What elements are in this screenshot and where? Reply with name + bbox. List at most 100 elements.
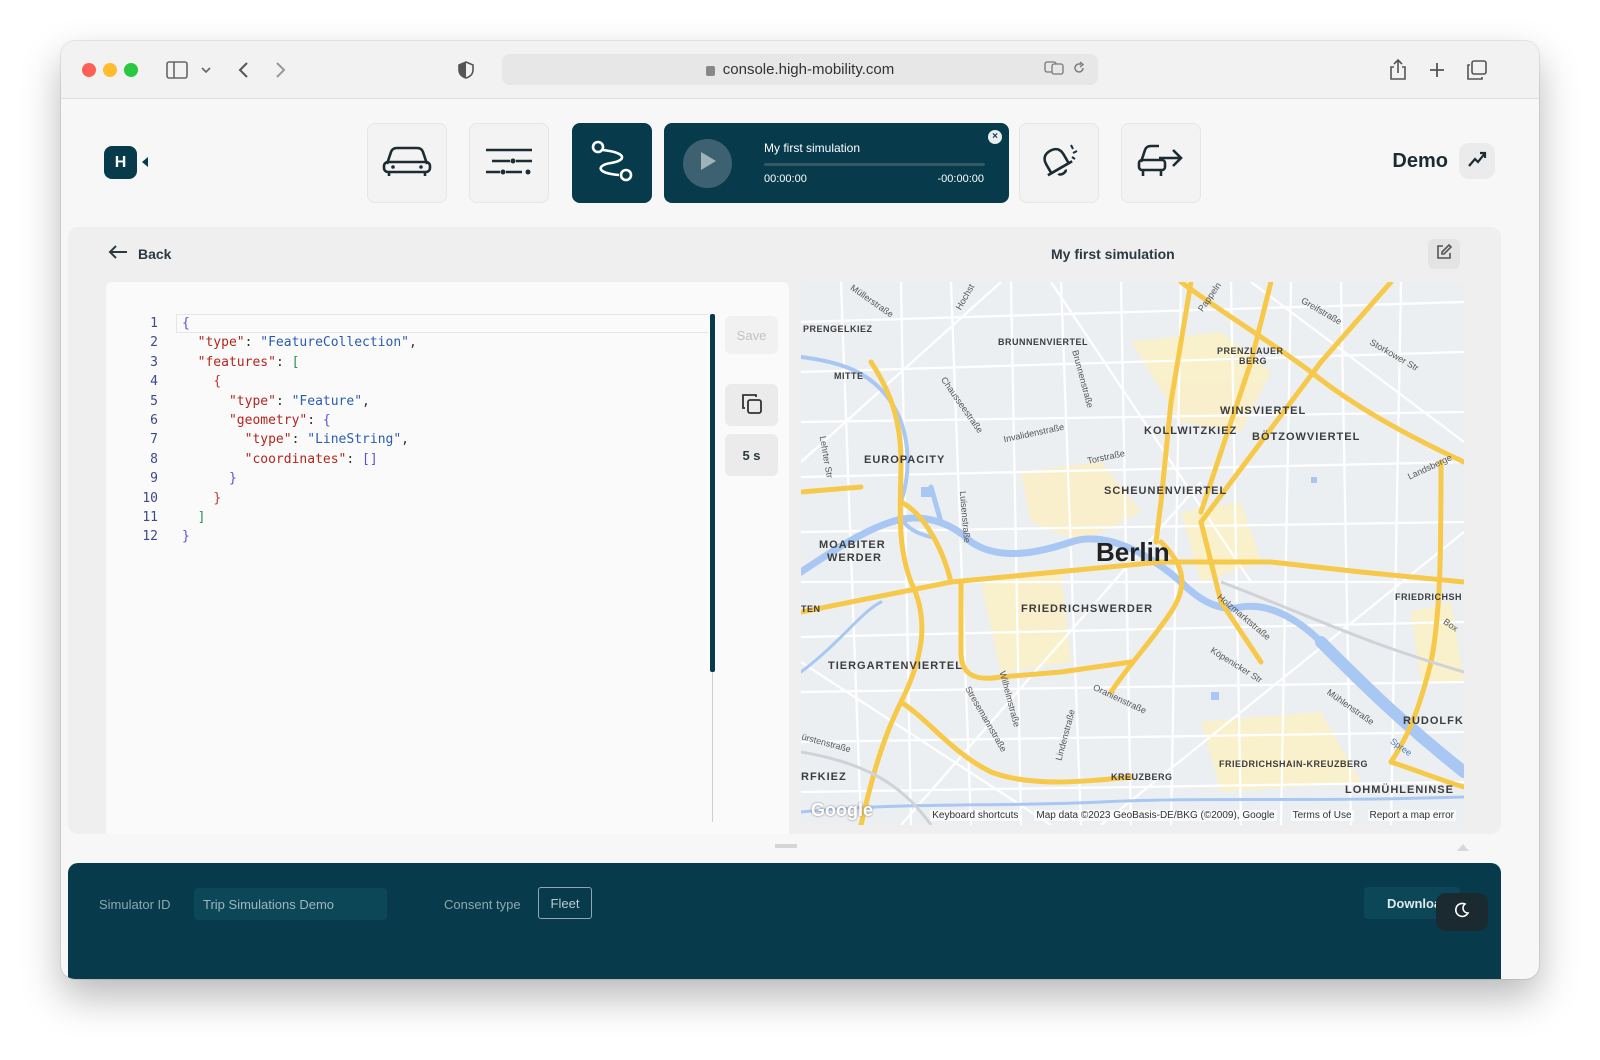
line-number: 3 (150, 354, 158, 370)
code-line[interactable]: 9 } (106, 469, 417, 488)
app-logo[interactable]: H (104, 146, 137, 179)
code-text: "geometry": { (158, 411, 331, 430)
back-button[interactable]: Back (108, 245, 171, 262)
caret-left-icon[interactable] (142, 157, 148, 167)
map-label: FRIEDRICHSWERDER (1021, 603, 1154, 615)
map-label: SCHEUNENVIERTEL (1104, 485, 1228, 497)
geojson-editor[interactable]: 1{2 "type": "FeatureCollection", 3 "featu… (106, 282, 789, 834)
editor-scrollbar[interactable] (710, 314, 715, 672)
resize-handle[interactable] (775, 844, 797, 848)
code-token: , (362, 393, 370, 409)
nav-export-button[interactable] (1121, 123, 1201, 203)
url-text: console.high-mobility.com (722, 61, 895, 78)
code-line[interactable]: 10 } (106, 489, 417, 508)
copy-button[interactable] (725, 384, 778, 426)
consent-type-select[interactable]: Fleet (538, 887, 592, 919)
code-token: : (275, 354, 292, 370)
map-attribution: Keyboard shortcuts Map data ©2023 GeoBas… (801, 805, 1464, 825)
map-label: KOLLWITZKIEZ (1144, 425, 1238, 437)
interval-button[interactable]: 5 s (725, 434, 778, 476)
line-number: 2 (150, 335, 158, 351)
code-line[interactable]: 8 "coordinates": [] (106, 450, 417, 469)
map-label: LOHMÜHLENINSE (1345, 784, 1454, 796)
terms-link[interactable]: Terms of Use (1290, 809, 1354, 821)
code-line[interactable]: 7 "type": "LineString", (106, 430, 417, 449)
code-lines[interactable]: 1{2 "type": "FeatureCollection", 3 "featu… (106, 314, 417, 547)
code-token: "type" (197, 335, 245, 351)
code-token: ] (197, 509, 206, 525)
nav-notifications-button[interactable] (1019, 123, 1099, 203)
line-number: 9 (150, 471, 158, 487)
edit-icon (1436, 243, 1453, 265)
code-line[interactable]: 4 { (106, 372, 417, 391)
tab-overview-icon[interactable] (1466, 56, 1488, 84)
sliders-icon (484, 147, 534, 180)
code-token: { (322, 412, 331, 428)
map-label: EUROPACITY (864, 454, 946, 466)
translate-icon[interactable] (1044, 61, 1064, 78)
progress-track[interactable] (764, 163, 985, 166)
chart-trend-icon (1467, 150, 1487, 173)
user-menu-button[interactable] (1459, 143, 1495, 179)
code-token: : (275, 393, 292, 409)
map-label: MITTE (834, 371, 864, 381)
map-view[interactable]: PRENGELKIEZ BRUNNENVIERTEL PRENZLAUER BE… (801, 282, 1464, 825)
zoom-window-button[interactable] (124, 63, 138, 77)
code-text: "features": [ (158, 353, 300, 372)
simulator-id-field[interactable]: Trip Simulations Demo (194, 888, 387, 920)
code-line[interactable]: 3 "features": [ (106, 353, 417, 372)
map-label: KREUZBERG (1111, 772, 1173, 782)
code-line[interactable]: 11 ] (106, 508, 417, 527)
line-number: 11 (142, 509, 158, 525)
dark-mode-toggle[interactable] (1436, 893, 1488, 931)
close-player-icon[interactable]: × (988, 130, 1002, 144)
nav-data-button[interactable] (469, 123, 549, 203)
browser-titlebar: console.high-mobility.com (61, 41, 1539, 99)
code-line[interactable]: 5 "type": "Feature", (106, 392, 417, 411)
page-title: My first simulation (1051, 246, 1175, 262)
code-token: "type" (228, 393, 276, 409)
address-bar[interactable]: console.high-mobility.com (502, 54, 1098, 85)
code-token: : (307, 412, 323, 428)
nav-vehicles-button[interactable] (367, 123, 447, 203)
map-label: FRIEDRICHSH (1395, 592, 1463, 602)
keyboard-shortcuts-link[interactable]: Keyboard shortcuts (930, 809, 1021, 821)
code-token: } (228, 471, 237, 487)
code-text: { (158, 372, 221, 391)
code-token: : (346, 451, 363, 467)
forward-arrow-icon[interactable] (271, 56, 291, 84)
code-line[interactable]: 12} (106, 527, 417, 546)
code-line[interactable]: 6 "geometry": { (106, 411, 417, 430)
simulator-id-label: Simulator ID (99, 897, 171, 912)
report-error-link[interactable]: Report a map error (1367, 809, 1456, 821)
play-button[interactable] (683, 139, 732, 188)
shield-icon[interactable] (456, 56, 476, 84)
chevron-down-icon[interactable] (199, 56, 213, 84)
map-label: BERG (1239, 356, 1268, 366)
map-label: BÖTZOWVIERTEL (1252, 431, 1361, 443)
back-arrow-icon[interactable] (233, 56, 253, 84)
nav-trips-button[interactable] (572, 123, 652, 203)
code-line[interactable]: 2 "type": "FeatureCollection", (106, 333, 417, 352)
player-title: My first simulation (764, 141, 861, 155)
share-icon[interactable] (1387, 56, 1409, 84)
code-line[interactable]: 1{ (106, 314, 417, 333)
code-token: } (182, 529, 190, 545)
save-button[interactable]: Save (725, 316, 778, 354)
chevron-up-icon[interactable] (1457, 844, 1469, 851)
code-text: ] (158, 508, 206, 527)
code-text: "type": "LineString", (158, 430, 409, 449)
line-number: 8 (150, 451, 158, 467)
new-tab-icon[interactable] (1426, 56, 1448, 84)
sidebar-toggle-icon[interactable] (164, 56, 190, 84)
reload-icon[interactable] (1072, 61, 1086, 78)
map-data-text: Map data ©2023 GeoBasis-DE/BKG (©2009), … (1034, 809, 1277, 821)
code-token: , (401, 432, 409, 448)
car-icon (381, 144, 433, 183)
map-label: WINSVIERTEL (1220, 405, 1307, 417)
play-icon (698, 150, 718, 177)
line-number: 7 (150, 432, 158, 448)
close-window-button[interactable] (82, 63, 96, 77)
edit-title-button[interactable] (1428, 239, 1460, 269)
minimize-window-button[interactable] (103, 63, 117, 77)
